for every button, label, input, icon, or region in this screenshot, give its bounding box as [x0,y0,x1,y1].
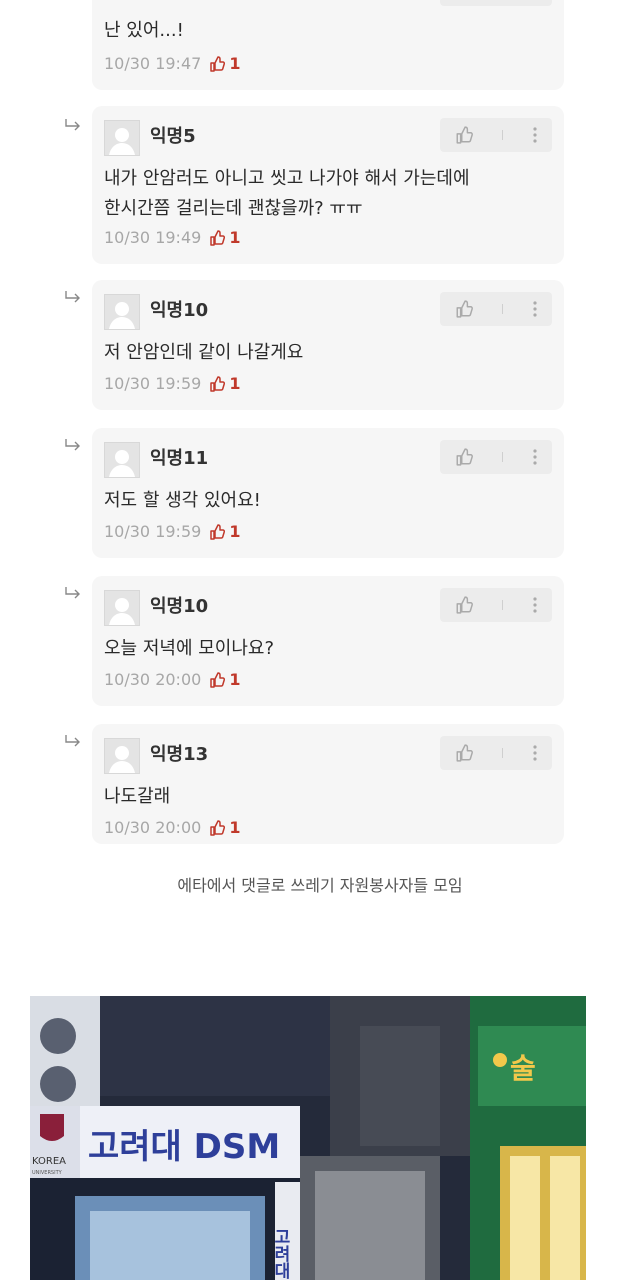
divider [501,600,503,610]
comment-card: 익명13 나도갈래 10/30 20:00 1 [92,724,564,844]
comment-text: 내가 안암러도 아니고 씻고 나가야 해서 가는데에 한시간쯤 걸리는데 괜찮을… [104,168,470,219]
comment-actions [440,292,552,326]
comment-actions [440,118,552,152]
comment-author: 익명5 [150,126,196,147]
thumbs-up-icon [210,523,226,540]
comment-card: 익명10 오늘 저녁에 모이나요? 10/30 20:00 1 [92,576,564,706]
comment-actions [440,736,552,770]
sign-vertical-text: 고려대 [270,1228,290,1280]
like-count-value: 1 [229,54,241,73]
thumbs-up-icon [210,819,226,836]
more-options-icon[interactable] [532,126,538,144]
reply-arrow-icon [65,439,80,451]
comment-meta: 10/30 20:00 1 [104,670,240,689]
like-count[interactable]: 1 [209,670,240,689]
thumbs-up-icon [210,55,226,72]
comment-card: 익명11 저도 할 생각 있어요! 10/30 19:59 1 [92,428,564,558]
comment-text: 저도 할 생각 있어요! [104,490,261,511]
reply-arrow-icon [65,291,80,303]
comment-card: 익명10 저 안암인데 같이 나갈게요 10/30 19:59 1 [92,280,564,410]
comment-meta: 10/30 19:49 1 [104,228,240,247]
divider [501,452,503,462]
sign-logo-sub: UNIVERSITY [32,1170,63,1176]
thumbs-up-icon[interactable] [455,596,473,614]
like-count-value: 1 [229,522,241,541]
thumbs-up-icon[interactable] [455,126,473,144]
reply-arrow-icon [65,735,80,747]
avatar [104,590,140,626]
thumbs-up-icon[interactable] [455,300,473,318]
comment-author: 익명10 [150,300,209,321]
comment-date: 10/30 19:59 [104,522,202,541]
like-count[interactable]: 1 [209,228,240,247]
like-count[interactable]: 1 [209,818,240,837]
comment-author: 익명11 [150,448,209,469]
thumbs-up-icon [210,375,226,392]
avatar [104,442,140,478]
comment-meta: 10/30 19:59 1 [104,522,240,541]
more-options-icon[interactable] [532,300,538,318]
comment-text: 나도갈래 [104,786,171,807]
like-count-value: 1 [229,818,241,837]
thumbs-up-icon [210,229,226,246]
like-count[interactable]: 1 [209,54,240,73]
comment-meta: 10/30 19:47 1 [104,54,240,73]
like-count-value: 1 [229,670,241,689]
sign-logo-text: KOREA [32,1156,66,1167]
comment-meta: 10/30 19:59 1 [104,374,240,393]
avatar [104,738,140,774]
comment-date: 10/30 20:00 [104,818,202,837]
sign-main-text: 고려대 DSM [88,1127,280,1167]
street-photo: KOREA UNIVERSITY 고려대 DSM 고려대 술 [30,996,586,1280]
comment-date: 10/30 19:49 [104,228,202,247]
thumbs-up-icon [210,671,226,688]
divider [501,748,503,758]
like-count[interactable]: 1 [209,522,240,541]
more-options-icon[interactable] [532,448,538,466]
sign-right-text: 술 [510,1052,536,1085]
divider [501,304,503,314]
comment-meta: 10/30 20:00 1 [104,818,240,837]
comment-date: 10/30 19:59 [104,374,202,393]
comment-date: 10/30 19:47 [104,54,202,73]
like-count-value: 1 [229,374,241,393]
comment-text: 저 안암인데 같이 나갈게요 [104,342,304,363]
avatar [104,120,140,156]
comment-text: 오늘 저녁에 모이나요? [104,638,275,659]
comment-card: 난 있어...! 10/30 19:47 1 [92,0,564,90]
comment-text: 난 있어...! [104,20,184,41]
comment-date: 10/30 20:00 [104,670,202,689]
comment-actions [440,440,552,474]
thumbs-up-icon[interactable] [455,744,473,762]
more-options-icon[interactable] [532,744,538,762]
reply-arrow-icon [65,587,80,599]
thumbs-up-icon[interactable] [455,448,473,466]
reply-arrow-icon [65,119,80,131]
like-count-value: 1 [229,228,241,247]
comment-card: 익명5 내가 안암러도 아니고 씻고 나가야 해서 가는데에 한시간쯤 걸리는데… [92,106,564,264]
caption: 에타에서 댓글로 쓰레기 자원봉사자들 모임 [177,876,463,895]
comment-actions [440,588,552,622]
comment-author: 익명10 [150,596,209,617]
like-count[interactable]: 1 [209,374,240,393]
divider [501,130,503,140]
comment-actions [440,0,552,6]
comment-author: 익명13 [150,744,209,765]
more-options-icon[interactable] [532,596,538,614]
avatar [104,294,140,330]
